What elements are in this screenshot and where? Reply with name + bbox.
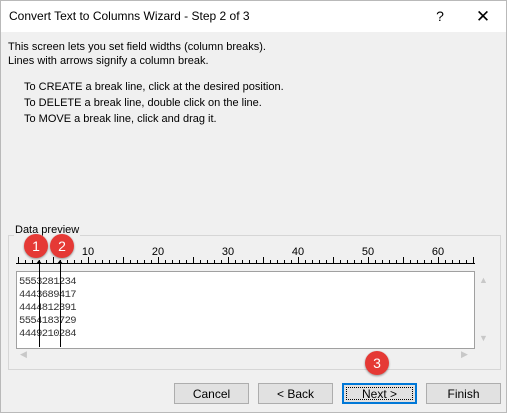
preview-row: 5554183729 — [19, 315, 77, 327]
preview-row: 4449210284 — [19, 328, 77, 340]
column-break-line[interactable] — [60, 263, 61, 347]
ruler-label: 20 — [152, 246, 164, 258]
ruler-label: 10 — [82, 246, 94, 258]
ruler-label: 40 — [292, 246, 304, 258]
column-ruler[interactable]: 10 20 30 40 50 60 — [16, 245, 475, 265]
instruction-delete: To DELETE a break line, double click on … — [24, 97, 262, 109]
window-title: Convert Text to Columns Wizard - Step 2 … — [9, 9, 250, 23]
scroll-left-icon[interactable]: ◀ — [20, 349, 27, 360]
instruction-create: To CREATE a break line, click at the des… — [24, 81, 284, 93]
scroll-right-icon[interactable]: ▶ — [461, 349, 468, 360]
cancel-button[interactable]: Cancel — [174, 383, 249, 404]
finish-button[interactable]: Finish — [426, 383, 501, 404]
instruction-move: To MOVE a break line, click and drag it. — [24, 113, 217, 125]
annotation-badge-1: 1 — [24, 234, 48, 258]
ruler-label: 30 — [222, 246, 234, 258]
ruler-label: 50 — [362, 246, 374, 258]
annotation-badge-3: 3 — [365, 351, 389, 375]
vertical-scrollbar[interactable]: ▲ ▼ — [475, 271, 492, 347]
preview-row: 4444812391 — [19, 302, 77, 314]
preview-row: 4443689417 — [19, 289, 77, 301]
focus-rectangle — [346, 387, 413, 400]
annotation-badge-2: 2 — [50, 234, 74, 258]
ruler-label: 60 — [432, 246, 444, 258]
scroll-up-icon[interactable]: ▲ — [479, 275, 488, 285]
close-button[interactable]: ✕ — [463, 1, 503, 32]
description-line-2: Lines with arrows signify a column break… — [8, 55, 209, 67]
help-button[interactable]: ? — [425, 1, 455, 32]
column-break-line[interactable] — [39, 263, 40, 347]
wizard-dialog: Convert Text to Columns Wizard - Step 2 … — [0, 0, 507, 413]
data-preview-label: Data preview — [14, 224, 81, 236]
preview-row: 5553281234 — [19, 276, 77, 288]
scroll-down-icon[interactable]: ▼ — [479, 333, 488, 343]
back-button[interactable]: < Back — [258, 383, 333, 404]
data-preview-area[interactable]: 5553281234 4443689417 4444812391 5554183729… — [16, 271, 475, 349]
horizontal-scrollbar[interactable]: ◀ ▶ — [16, 347, 475, 363]
next-button[interactable]: Next > — [342, 383, 417, 404]
description-line-1: This screen lets you set field widths (c… — [8, 41, 266, 53]
title-bar: Convert Text to Columns Wizard - Step 2 … — [1, 1, 506, 32]
